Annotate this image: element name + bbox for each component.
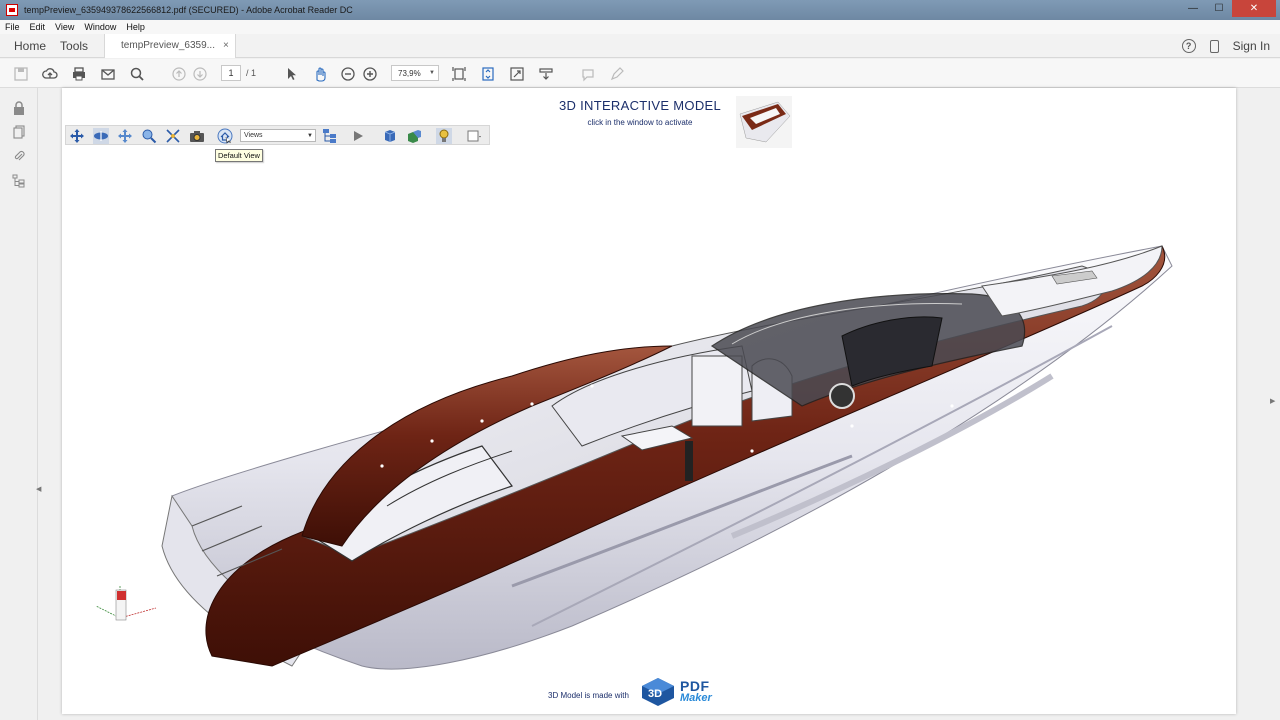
model-title: 3D INTERACTIVE MODEL [558, 98, 722, 113]
background-color-icon[interactable] [466, 128, 482, 144]
coordinate-axes-gizmo [95, 586, 157, 621]
help-icon[interactable]: ? [1181, 39, 1196, 53]
zoom-in-icon[interactable] [361, 65, 379, 83]
page-number-input[interactable]: 1 [221, 65, 241, 81]
zoom-out-icon[interactable] [339, 65, 357, 83]
camera-properties-icon[interactable] [189, 128, 205, 144]
full-screen-icon[interactable] [508, 65, 526, 83]
next-page-icon[interactable] [191, 65, 209, 83]
print-icon[interactable] [70, 65, 88, 83]
close-window-button[interactable]: ✕ [1232, 0, 1276, 17]
fit-page-icon[interactable] [450, 65, 468, 83]
menu-file[interactable]: File [0, 22, 25, 32]
pdf3d-logo-mark: 3D [642, 678, 674, 706]
expand-right-pane-icon[interactable]: ▶ [1270, 397, 1275, 405]
previous-page-icon[interactable] [170, 65, 188, 83]
save-icon[interactable] [12, 65, 30, 83]
document-page[interactable]: 3D INTERACTIVE MODEL click in the window… [62, 88, 1236, 714]
lighting-icon[interactable] [436, 128, 452, 144]
logo-maker-text: Maker [680, 692, 712, 704]
lock-icon[interactable] [12, 101, 26, 115]
select-cursor-icon[interactable] [282, 65, 300, 83]
main-toolbar: 1 / 1 73,9% ▼ [0, 59, 1280, 88]
right-pane-collapsed: ▶ [1238, 88, 1280, 720]
rotate-icon[interactable] [69, 128, 85, 144]
tab-home[interactable]: Home [0, 39, 54, 53]
acrobat-app-icon [6, 4, 18, 16]
views-select[interactable]: Views ▼ [240, 129, 316, 142]
model-subtitle: click in the window to activate [587, 118, 693, 127]
play-animation-icon[interactable] [350, 128, 366, 144]
search-icon[interactable] [128, 65, 146, 83]
menu-bar: File Edit View Window Help [0, 20, 1280, 34]
page-thumbnails-icon[interactable] [12, 125, 26, 139]
expand-left-pane-icon[interactable]: ◀ [36, 485, 41, 493]
pdf3d-maker-logo: 3D PDF Maker [638, 676, 728, 706]
menu-help[interactable]: Help [121, 22, 150, 32]
maximize-button[interactable]: ☐ [1206, 0, 1232, 17]
page-total: / 1 [246, 68, 257, 78]
sign-in-link[interactable]: Sign In [1233, 39, 1270, 53]
scrolling-mode-icon[interactable] [479, 65, 497, 83]
read-mode-icon[interactable] [537, 65, 555, 83]
footer-credit-text: 3D Model is made with [548, 691, 629, 700]
left-navigation-pane: ◀ [0, 88, 41, 720]
menu-edit[interactable]: Edit [25, 22, 51, 32]
pan-icon[interactable] [117, 128, 133, 144]
email-icon[interactable] [99, 65, 117, 83]
default-view-home-icon[interactable] [217, 128, 233, 144]
attachment-icon[interactable] [12, 149, 26, 163]
menu-view[interactable]: View [50, 22, 79, 32]
hand-tool-icon[interactable] [311, 65, 329, 83]
comment-icon[interactable] [579, 65, 597, 83]
close-tab-icon[interactable]: × [223, 40, 229, 51]
zoom-3d-icon[interactable] [141, 128, 157, 144]
projection-mode-icon[interactable] [382, 128, 398, 144]
window-title: tempPreview_635949378622566812.pdf (SECU… [24, 5, 353, 15]
mobile-link-icon[interactable] [1209, 39, 1219, 53]
document-tab-label: tempPreview_6359... [121, 40, 215, 51]
zoom-level-value: 73,9% [398, 68, 421, 78]
window-title-bar: tempPreview_635949378622566812.pdf (SECU… [0, 0, 1280, 20]
spin-icon[interactable] [93, 128, 109, 144]
zoom-level-select[interactable]: 73,9% ▼ [391, 65, 439, 81]
views-select-value: Views [244, 132, 263, 139]
minimize-button[interactable]: — [1180, 0, 1206, 17]
boat-3d-model[interactable] [152, 206, 1182, 678]
tab-bar: Home Tools tempPreview_6359... × ? Sign … [0, 33, 1280, 58]
highlight-pen-icon[interactable] [608, 65, 626, 83]
3d-toolbar: Views ▼ [65, 125, 490, 145]
window-controls: — ☐ ✕ [1180, 0, 1276, 18]
chevron-down-icon: ▼ [307, 133, 313, 139]
model-tree-icon[interactable] [12, 174, 26, 188]
tab-tools[interactable]: Tools [54, 39, 96, 53]
default-view-tooltip: Default View [215, 149, 263, 162]
tab-document[interactable]: tempPreview_6359... × [104, 33, 236, 58]
chevron-down-icon: ▼ [429, 70, 435, 76]
model-tree-toggle-icon[interactable] [322, 128, 338, 144]
menu-window[interactable]: Window [79, 22, 121, 32]
render-mode-icon[interactable] [406, 128, 422, 144]
walk-tool-icon[interactable] [165, 128, 181, 144]
logo-3d-text: 3D [648, 688, 662, 700]
account-area: ? Sign In [1181, 34, 1270, 58]
model-thumbnail [736, 96, 792, 148]
upload-cloud-icon[interactable] [41, 65, 59, 83]
